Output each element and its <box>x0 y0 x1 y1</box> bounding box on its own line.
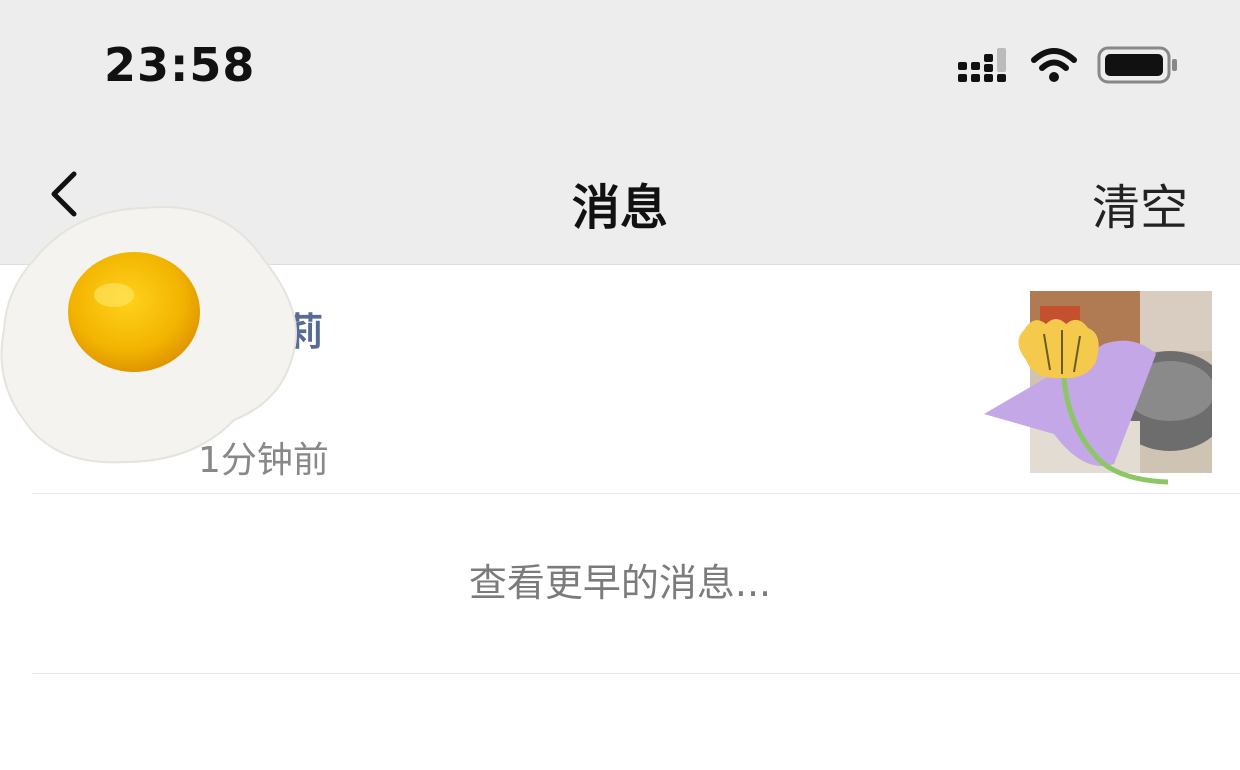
view-earlier-messages-link[interactable]: 查看更早的消息... <box>0 552 1240 607</box>
status-time: 23:58 <box>104 38 256 92</box>
divider <box>32 673 1240 674</box>
battery-icon <box>1097 46 1177 84</box>
fried-egg-sticker <box>0 206 297 464</box>
flower-sticker <box>984 319 1169 485</box>
clear-button[interactable]: 清空 <box>1092 168 1188 238</box>
signal-icon <box>958 48 1006 82</box>
divider <box>32 493 1240 494</box>
status-bar: 23:58 <box>0 0 1240 130</box>
wifi-icon <box>1031 48 1077 82</box>
